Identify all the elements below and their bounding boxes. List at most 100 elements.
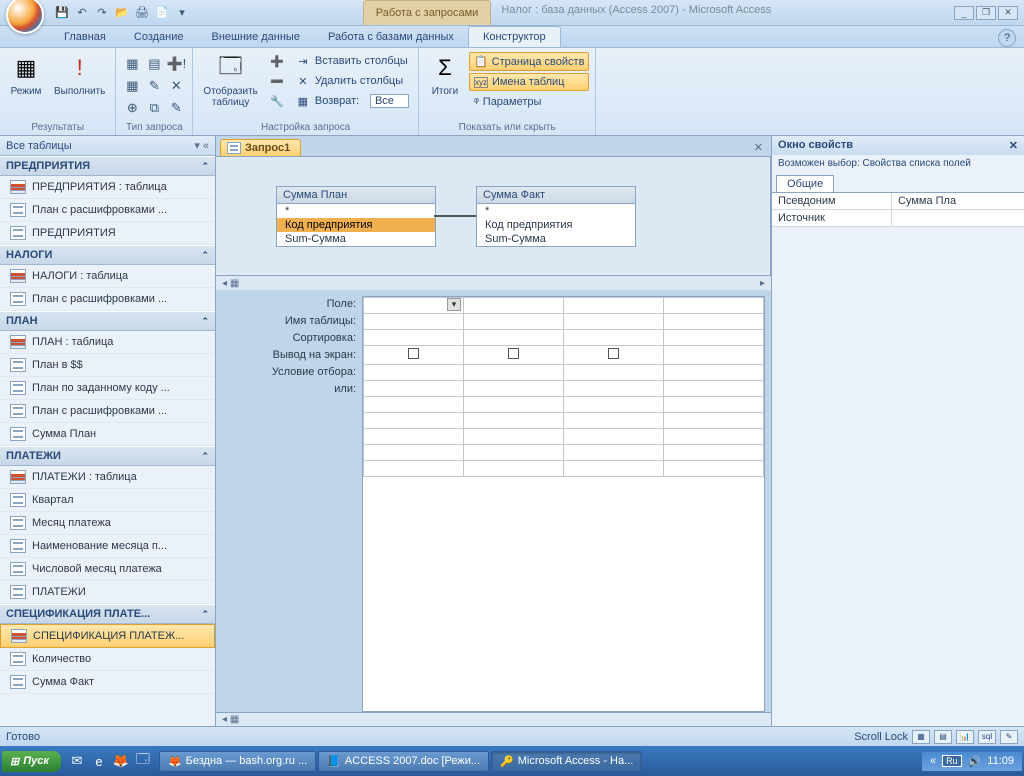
- parameters-button[interactable]: ᵠПараметры: [469, 93, 589, 111]
- query-design-surface[interactable]: Сумма План*Код предприятияSum-Сумма Сумма…: [216, 156, 771, 276]
- property-row[interactable]: ПсевдонимСумма Пла: [772, 193, 1024, 210]
- show-checkbox[interactable]: [508, 348, 519, 359]
- document-close-button[interactable]: ✕: [746, 139, 771, 156]
- desktop-icon[interactable]: 🗔: [133, 751, 153, 771]
- property-row[interactable]: Источник: [772, 210, 1024, 227]
- delete-query-icon[interactable]: ✕: [166, 76, 186, 96]
- query-grid[interactable]: [362, 296, 765, 712]
- nav-group[interactable]: НАЛОГИ⌃: [0, 245, 215, 265]
- nav-group[interactable]: ПЛАТЕЖИ⌃: [0, 446, 215, 466]
- nav-item[interactable]: СПЕЦИФИКАЦИЯ ПЛАТЕЖ...: [0, 624, 215, 648]
- passthrough-icon[interactable]: ⧉: [144, 98, 164, 118]
- nav-group[interactable]: СПЕЦИФИКАЦИЯ ПЛАТЕ...⌃: [0, 604, 215, 624]
- property-value[interactable]: Сумма Пла: [892, 193, 1024, 209]
- outlook-icon[interactable]: ✉: [67, 751, 87, 771]
- nav-item[interactable]: НАЛОГИ : таблица: [0, 265, 215, 288]
- redo-icon[interactable]: ↷: [94, 5, 110, 21]
- insert-rows-button[interactable]: ➕: [266, 52, 288, 70]
- nav-item[interactable]: ПРЕДПРИЯТИЯ: [0, 222, 215, 245]
- horizontal-splitter[interactable]: ◂ ▦ ▸: [216, 276, 771, 290]
- datasheet-view-button[interactable]: ▦: [912, 730, 930, 744]
- ribbon-tab-4[interactable]: Конструктор: [468, 26, 561, 47]
- table-field[interactable]: Код предприятия: [477, 218, 635, 232]
- ribbon-tab-2[interactable]: Внешние данные: [198, 27, 314, 47]
- show-table-button[interactable]: 🗔 Отобразить таблицу: [199, 50, 262, 110]
- insert-cols-button[interactable]: ⇥Вставить столбцы: [292, 52, 412, 70]
- restore-button[interactable]: ❐: [976, 6, 996, 20]
- nav-item[interactable]: Сумма План: [0, 423, 215, 446]
- document-tab[interactable]: Запрос1: [220, 139, 301, 156]
- nav-item[interactable]: ПЛАН : таблица: [0, 331, 215, 354]
- qat-dropdown-icon[interactable]: ▾: [174, 5, 190, 21]
- print-icon[interactable]: 🖨: [134, 5, 150, 21]
- crosstab-icon[interactable]: ▤: [144, 54, 164, 74]
- table-box[interactable]: Сумма Факт*Код предприятияSum-Сумма: [476, 186, 636, 247]
- ribbon-tab-0[interactable]: Главная: [50, 27, 120, 47]
- property-sheet-button[interactable]: 📋Страница свойств: [469, 52, 589, 71]
- taskbar-task[interactable]: 🔑Microsoft Access - На...: [491, 751, 642, 772]
- open-icon[interactable]: 📂: [114, 5, 130, 21]
- make-table-icon[interactable]: ➕!: [166, 54, 186, 74]
- show-checkbox[interactable]: [608, 348, 619, 359]
- builder-button[interactable]: 🔧: [266, 92, 288, 110]
- pivot-view-button[interactable]: ▤: [934, 730, 952, 744]
- nav-item[interactable]: ПЛАТЕЖИ : таблица: [0, 466, 215, 489]
- tray-volume-icon[interactable]: 🔊: [968, 755, 982, 768]
- chevron-down-icon[interactable]: ▾ «: [194, 139, 209, 152]
- ribbon-tab-1[interactable]: Создание: [120, 27, 198, 47]
- minimize-button[interactable]: _: [954, 6, 974, 20]
- delete-rows-button[interactable]: ➖: [266, 72, 288, 90]
- return-value[interactable]: Все: [370, 94, 409, 108]
- save-icon[interactable]: 💾: [54, 5, 70, 21]
- ribbon-tab-3[interactable]: Работа с базами данных: [314, 27, 468, 47]
- append-icon[interactable]: ▦: [122, 76, 142, 96]
- scroll-right-icon[interactable]: ▸: [760, 278, 765, 289]
- run-button[interactable]: ! Выполнить: [50, 50, 109, 99]
- scroll-left-icon[interactable]: ◂ ▦: [222, 714, 239, 725]
- grid-scrollbar[interactable]: ◂ ▦: [216, 712, 771, 726]
- table-names-button[interactable]: xyzИмена таблиц: [469, 73, 589, 91]
- table-field[interactable]: *: [277, 204, 435, 218]
- table-field[interactable]: Код предприятия: [277, 218, 435, 232]
- view-mode-button[interactable]: ▦ Режим: [6, 50, 46, 99]
- undo-icon[interactable]: ↶: [74, 5, 90, 21]
- delete-cols-button[interactable]: ✕Удалить столбцы: [292, 72, 412, 90]
- start-button[interactable]: ⊞ Пуск: [2, 751, 61, 772]
- design-view-button[interactable]: ✎: [1000, 730, 1018, 744]
- taskbar-task[interactable]: 📘ACCESS 2007.doc [Режи...: [318, 751, 489, 772]
- nav-item[interactable]: Квартал: [0, 489, 215, 512]
- totals-button[interactable]: Σ Итоги: [425, 50, 465, 99]
- scroll-left-icon[interactable]: ◂ ▦: [222, 278, 239, 289]
- nav-item[interactable]: План в $$: [0, 354, 215, 377]
- property-tab-general[interactable]: Общие: [776, 175, 834, 192]
- nav-item[interactable]: Количество: [0, 648, 215, 671]
- table-box[interactable]: Сумма План*Код предприятияSum-Сумма: [276, 186, 436, 247]
- help-button[interactable]: ?: [998, 29, 1016, 47]
- return-button[interactable]: ▦Возврат: Все: [292, 92, 412, 110]
- property-close-button[interactable]: ✕: [1009, 139, 1018, 152]
- nav-group[interactable]: ПЛАН⌃: [0, 311, 215, 331]
- table-field[interactable]: Sum-Сумма: [477, 232, 635, 246]
- tray-chevron-icon[interactable]: «: [930, 755, 936, 767]
- table-field[interactable]: Sum-Сумма: [277, 232, 435, 246]
- nav-item[interactable]: План с расшифровками ...: [0, 199, 215, 222]
- nav-group[interactable]: ПРЕДПРИЯТИЯ⌃: [0, 156, 215, 176]
- close-button[interactable]: ✕: [998, 6, 1018, 20]
- nav-item[interactable]: Сумма Факт: [0, 671, 215, 694]
- taskbar-task[interactable]: 🦊Бездна — bash.org.ru ...: [159, 751, 316, 772]
- datadef-icon[interactable]: ✎: [166, 98, 186, 118]
- nav-item[interactable]: План с расшифровками ...: [0, 400, 215, 423]
- firefox-icon[interactable]: 🦊: [111, 751, 131, 771]
- update-icon[interactable]: ✎: [144, 76, 164, 96]
- nav-item[interactable]: Наименование месяца п...: [0, 535, 215, 558]
- query-type-icons[interactable]: ▦▤➕! ▦✎✕ ⊕⧉✎: [122, 50, 186, 118]
- field-cell[interactable]: [364, 298, 464, 314]
- union-icon[interactable]: ⊕: [122, 98, 142, 118]
- language-indicator[interactable]: Ru: [942, 755, 962, 767]
- nav-item[interactable]: Месяц платежа: [0, 512, 215, 535]
- ie-icon[interactable]: e: [89, 751, 109, 771]
- nav-item[interactable]: Числовой месяц платежа: [0, 558, 215, 581]
- chart-view-button[interactable]: 📊: [956, 730, 974, 744]
- select-query-icon[interactable]: ▦: [122, 54, 142, 74]
- new-icon[interactable]: 📄: [154, 5, 170, 21]
